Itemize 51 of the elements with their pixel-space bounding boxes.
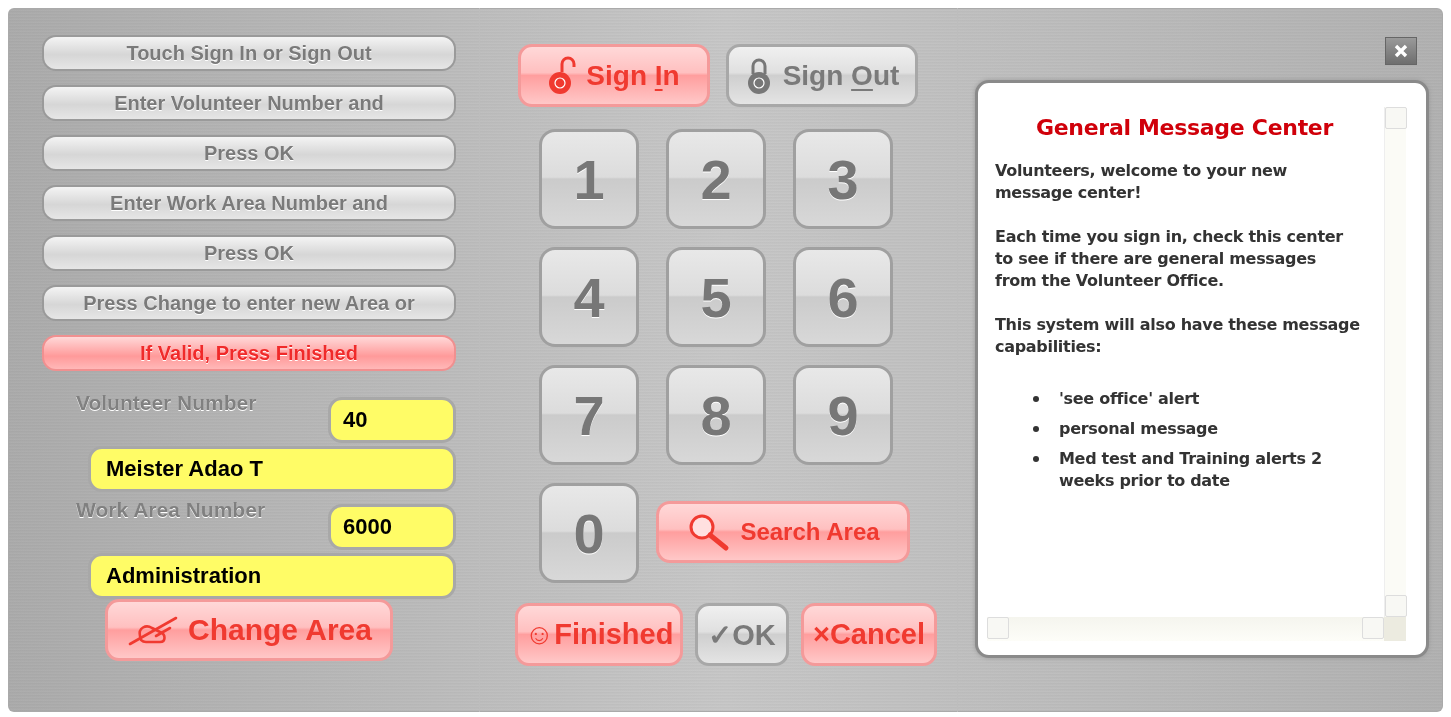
name-field[interactable]: Administration (88, 553, 456, 599)
message-text: This system will also have these message capabilities: (995, 314, 1361, 358)
close-button[interactable] (1385, 37, 1417, 65)
number-field[interactable]: 40 (328, 397, 456, 443)
name-field[interactable]: Meister Adao T (88, 446, 456, 492)
keypad-key[interactable]: 2 (666, 129, 766, 229)
scrollbar-corner (1384, 617, 1406, 641)
field-label: Work Area Number (76, 498, 266, 522)
keypad-key[interactable]: 8 (666, 365, 766, 465)
keypad-key[interactable]: 6 (793, 247, 893, 347)
keypad-key[interactable]: 4 (539, 247, 639, 347)
unlocked-padlock-icon (548, 55, 579, 96)
close-icon (1393, 44, 1409, 58)
keypad-key[interactable]: 3 (793, 129, 893, 229)
scroll-down-button[interactable] (1385, 595, 1407, 617)
bullet-icon (1033, 456, 1039, 462)
list-item: personal message (1059, 418, 1219, 440)
sign-out-button[interactable]: Sign Out (726, 44, 918, 107)
instruction-label: If Valid, Press Finished (42, 335, 456, 371)
action-button[interactable]: ×Cancel (801, 603, 937, 666)
message-text: Each time you sign in, check this center to see if there are general messages from the Volunteer Office. (995, 226, 1344, 292)
instruction-label: Press OK (42, 135, 456, 171)
instruction-label: Enter Work Area Number and (42, 185, 456, 221)
instruction-label: Press Change to enter new Area or (42, 285, 456, 321)
field-label: Volunteer Number (76, 391, 257, 415)
horizontal-scrollbar[interactable] (987, 617, 1384, 641)
list-item: 'see office' alert (1059, 388, 1201, 410)
change-area-button[interactable]: Change Area (105, 599, 393, 661)
bullet-icon (1033, 396, 1039, 402)
action-button[interactable]: ☺Finished (515, 603, 683, 666)
scroll-up-button[interactable] (1385, 107, 1407, 129)
keypad-key[interactable]: 1 (539, 129, 639, 229)
search-area-button[interactable]: Search Area (656, 501, 910, 563)
instruction-label: Enter Volunteer Number and (42, 85, 456, 121)
action-button[interactable]: ✓OK (695, 603, 789, 666)
bullet-icon (1033, 426, 1039, 432)
scroll-left-button[interactable] (987, 617, 1009, 639)
sign-in-button[interactable]: Sign In (518, 44, 710, 107)
instruction-label: Press OK (42, 235, 456, 271)
message-text: Volunteers, welcome to your new message center! (995, 160, 1289, 204)
message-title: General Message Center (1034, 115, 1335, 140)
keypad-key[interactable]: 9 (793, 365, 893, 465)
pen-hand-icon (126, 614, 180, 646)
keypad-key[interactable]: 0 (539, 483, 639, 583)
vertical-scrollbar[interactable] (1384, 107, 1406, 617)
number-field[interactable]: 6000 (328, 504, 456, 550)
scroll-right-button[interactable] (1362, 617, 1384, 639)
keypad-key[interactable]: 7 (539, 365, 639, 465)
keypad-key[interactable]: 5 (666, 247, 766, 347)
instruction-label: Touch Sign In or Sign Out (42, 35, 456, 71)
list-item: Med test and Training alerts 2 weeks prior to date (1059, 448, 1323, 492)
